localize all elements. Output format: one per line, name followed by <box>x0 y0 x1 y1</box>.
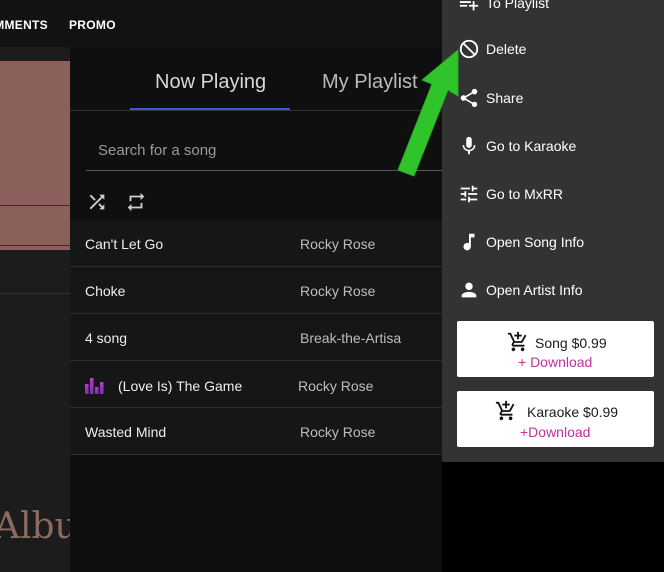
song-list: Can't Let Go Rocky Rose Choke Rocky Rose… <box>70 220 442 455</box>
menu-item-open-song-info[interactable]: Open Song Info <box>442 222 664 262</box>
menu-item-label: To Playlist <box>486 0 550 11</box>
buy-song-button[interactable]: Song $0.99 + Download <box>457 321 654 377</box>
divider <box>0 205 70 206</box>
person-icon <box>461 282 477 298</box>
menu-item-go-to-karaoke[interactable]: Go to Karaoke <box>442 126 664 166</box>
menu-item-delete[interactable]: Delete <box>442 29 664 69</box>
menu-item-label: Delete <box>486 41 527 57</box>
mic-icon <box>462 136 476 155</box>
menu-item-label: Share <box>486 90 524 106</box>
buy-song-download-label: + Download <box>518 354 593 370</box>
tab-my-playlist[interactable]: My Playlist <box>322 71 418 94</box>
divider <box>0 245 70 246</box>
menu-item-label: Go to MxRR <box>486 186 564 202</box>
albums-heading: Albums <box>0 506 70 547</box>
share-icon <box>460 88 478 108</box>
buy-karaoke-button[interactable]: Karaoke $0.99 +Download <box>457 391 654 447</box>
song-row[interactable]: Can't Let Go Rocky Rose <box>70 220 442 267</box>
nav-comments[interactable]: COMMENTS <box>0 18 48 32</box>
buy-karaoke-download-label: +Download <box>520 424 591 440</box>
menu-item-share[interactable]: Share <box>442 78 664 118</box>
song-row[interactable]: Wasted Mind Rocky Rose <box>70 408 442 455</box>
song-title: Choke <box>85 283 126 299</box>
divider <box>70 110 442 111</box>
song-artist: Rocky Rose <box>300 283 376 299</box>
album-art[interactable] <box>0 61 70 250</box>
song-title: (Love Is) The Game <box>118 378 243 394</box>
now-playing-equalizer-icon <box>85 378 104 394</box>
buy-song-price: Song $0.99 <box>535 335 607 351</box>
menu-item-label: Open Song Info <box>486 234 585 250</box>
menu-item-open-artist-info[interactable]: Open Artist Info <box>442 270 664 310</box>
music-note-icon <box>463 233 475 251</box>
song-row[interactable]: (Love Is) The Game Rocky Rose <box>70 361 442 408</box>
cart-add-icon <box>495 400 515 421</box>
song-artist: Rocky Rose <box>300 424 376 440</box>
left-panel: Albums <box>0 47 70 572</box>
shuffle-icon[interactable] <box>86 191 108 213</box>
block-icon <box>459 39 479 59</box>
playlist-add-icon <box>459 1 479 11</box>
song-artist: Rocky Rose <box>298 378 374 394</box>
buy-karaoke-price: Karaoke $0.99 <box>527 404 619 420</box>
song-row[interactable]: Choke Rocky Rose <box>70 267 442 314</box>
song-title: Can't Let Go <box>85 236 164 252</box>
menu-item-label: Go to Karaoke <box>486 138 577 154</box>
tab-now-playing[interactable]: Now Playing <box>155 71 266 94</box>
song-title: 4 song <box>85 330 128 346</box>
song-artist: Rocky Rose <box>300 236 376 252</box>
search-input[interactable] <box>86 131 442 169</box>
search-field <box>86 131 442 171</box>
divider <box>0 293 70 294</box>
menu-item-to-playlist[interactable]: To Playlist <box>442 0 664 23</box>
nav-promo[interactable]: PROMO <box>69 18 116 32</box>
player-panel: Now Playing My Playlist Can't Let Go Roc… <box>70 47 442 572</box>
menu-item-go-to-mxrr[interactable]: Go to MxRR <box>442 174 664 214</box>
song-artist: Break-the-Artisa <box>300 330 402 346</box>
song-row[interactable]: 4 song Break-the-Artisa <box>70 314 442 361</box>
menu-item-label: Open Artist Info <box>486 282 583 298</box>
tune-icon <box>460 185 478 203</box>
cart-add-icon <box>507 331 527 352</box>
repeat-icon[interactable] <box>125 191 147 213</box>
song-title: Wasted Mind <box>85 424 167 440</box>
song-context-menu: To Playlist Delete Share Go to Karaoke G… <box>442 0 664 462</box>
